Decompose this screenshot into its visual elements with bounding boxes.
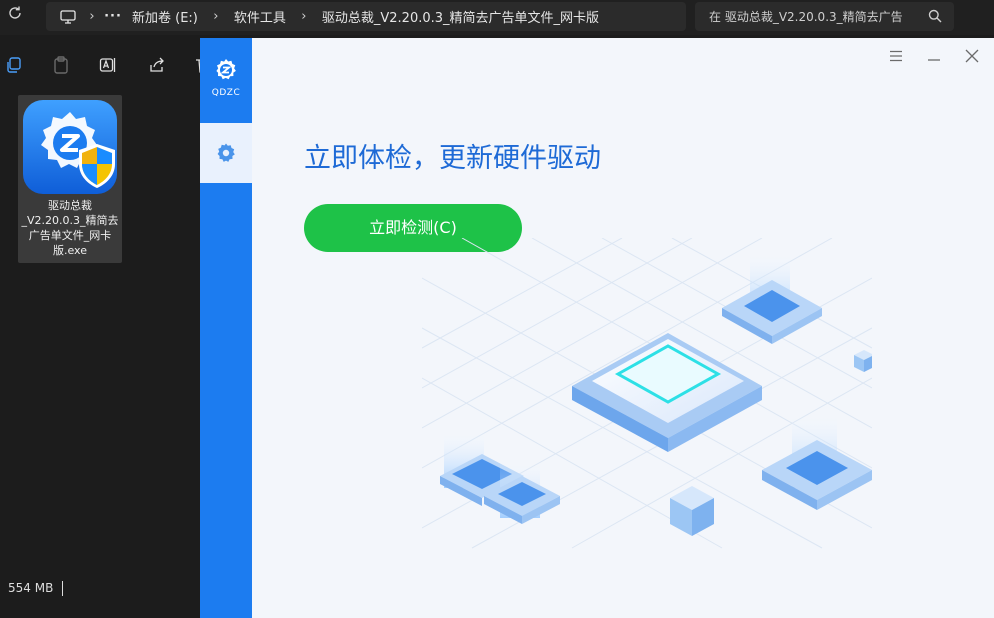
window-controls bbox=[886, 46, 982, 66]
cube-right bbox=[854, 350, 872, 372]
breadcrumb: › ··· 新加卷 (E:) › 软件工具 › 驱动总裁_V2.20.0.3_精… bbox=[46, 2, 686, 31]
module-bottom-left bbox=[440, 428, 560, 524]
computer-icon[interactable] bbox=[54, 9, 82, 24]
file-name: 驱动总裁_V2.20.0.3_精简去广告单文件_网卡版.exe bbox=[21, 199, 119, 257]
close-icon[interactable] bbox=[962, 46, 982, 66]
page-title: 立即体检，更新硬件驱动 bbox=[304, 143, 601, 174]
search-input[interactable]: 在 驱动总裁_V2.20.0.3_精简去广告 bbox=[695, 2, 954, 31]
crumb-drive[interactable]: 新加卷 (E:) bbox=[124, 7, 206, 26]
menu-icon[interactable] bbox=[886, 46, 906, 66]
chevron-right-icon[interactable]: › bbox=[206, 9, 226, 24]
minimize-icon[interactable] bbox=[924, 46, 944, 66]
status-bar: 554 MB bbox=[0, 573, 200, 618]
paste-icon[interactable] bbox=[52, 56, 70, 74]
selection-size: 554 MB bbox=[8, 581, 54, 595]
search-placeholder: 在 驱动总裁_V2.20.0.3_精简去广告 bbox=[709, 10, 903, 24]
divider bbox=[62, 581, 63, 596]
refresh-icon[interactable] bbox=[4, 4, 26, 28]
explorer-toolbar bbox=[0, 38, 200, 93]
file-list: 驱动总裁_V2.20.0.3_精简去广告单文件_网卡版.exe bbox=[0, 93, 200, 573]
delete-icon[interactable] bbox=[193, 56, 200, 74]
search-icon[interactable] bbox=[928, 9, 942, 23]
desktop: › ··· 新加卷 (E:) › 软件工具 › 驱动总裁_V2.20.0.3_精… bbox=[0, 0, 994, 618]
module-top-right bbox=[722, 248, 822, 344]
app-main: 立即体检，更新硬件驱动 立即检测(C) bbox=[252, 38, 994, 618]
chevron-right-icon[interactable]: › bbox=[82, 9, 102, 24]
logo-gear-icon bbox=[216, 59, 236, 80]
driver-app-window: QDZC 立即体检，更新硬件驱动 立即检测(C) bbox=[200, 38, 994, 618]
cube-bottom bbox=[670, 486, 714, 536]
explorer-address-bar: › ··· 新加卷 (E:) › 软件工具 › 驱动总裁_V2.20.0.3_精… bbox=[0, 0, 994, 35]
nav-settings[interactable] bbox=[200, 123, 252, 183]
driver-app-icon bbox=[21, 98, 119, 200]
file-item-exe[interactable]: 驱动总裁_V2.20.0.3_精简去广告单文件_网卡版.exe bbox=[18, 95, 122, 263]
rename-icon[interactable] bbox=[99, 56, 117, 74]
app-sidebar: QDZC bbox=[200, 38, 252, 618]
chip-illustration bbox=[422, 238, 872, 549]
share-icon[interactable] bbox=[148, 56, 166, 74]
chevron-right-icon[interactable]: › bbox=[294, 9, 314, 24]
crumb-folder-tools[interactable]: 软件工具 bbox=[226, 7, 294, 26]
copy-icon[interactable] bbox=[5, 56, 23, 74]
crumb-folder-current[interactable]: 驱动总裁_V2.20.0.3_精简去广告单文件_网卡版 bbox=[314, 7, 607, 26]
logo-text: QDZC bbox=[211, 88, 241, 98]
gear-icon bbox=[217, 143, 235, 162]
more-crumbs-button[interactable]: ··· bbox=[102, 9, 124, 24]
app-logo: QDZC bbox=[200, 58, 252, 98]
